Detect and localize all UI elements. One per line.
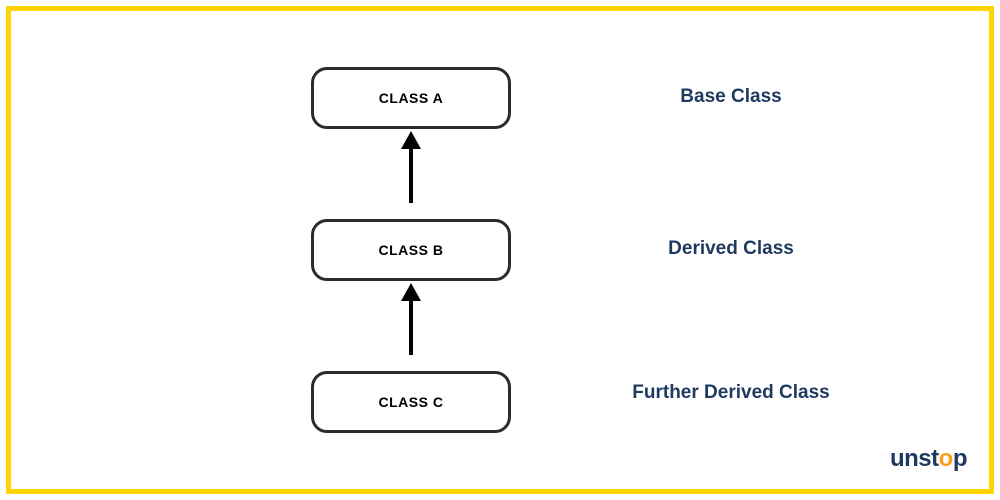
logo-suffix: p xyxy=(953,445,967,472)
class-box-c-text: CLASS C xyxy=(379,394,444,410)
label-base-class: Base Class xyxy=(631,85,831,110)
brand-logo: unstop xyxy=(890,445,967,473)
logo-accent: o xyxy=(939,445,953,472)
arrow-shaft xyxy=(409,147,413,203)
label-further-derived-class: Further Derived Class xyxy=(631,381,831,406)
class-box-b-text: CLASS B xyxy=(379,242,444,258)
class-box-b: CLASS B xyxy=(311,219,511,281)
diagram-canvas: CLASS A CLASS B CLASS C Base Class Deriv… xyxy=(11,11,989,489)
arrow-shaft xyxy=(409,299,413,355)
logo-prefix: unst xyxy=(890,445,939,472)
label-derived-class: Derived Class xyxy=(631,237,831,262)
diagram-frame: CLASS A CLASS B CLASS C Base Class Deriv… xyxy=(6,6,994,494)
class-box-c: CLASS C xyxy=(311,371,511,433)
class-box-a: CLASS A xyxy=(311,67,511,129)
class-box-a-text: CLASS A xyxy=(379,90,443,106)
